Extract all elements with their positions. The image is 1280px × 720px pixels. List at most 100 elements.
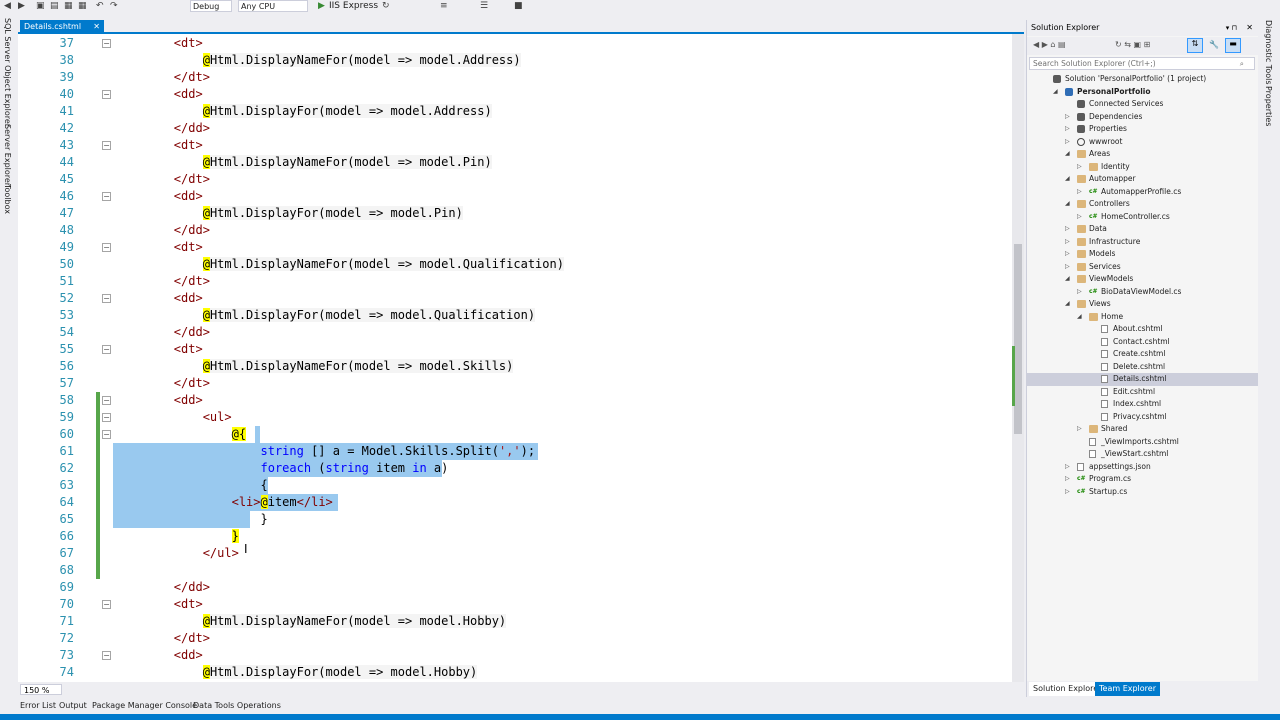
redo-icon[interactable]: ↷: [110, 1, 118, 11]
code-line[interactable]: 37 − <dt>: [18, 35, 1012, 52]
collapse-arrow-icon[interactable]: ◢: [1065, 173, 1070, 186]
code-line[interactable]: 64 <li>@item</li>: [18, 494, 1012, 511]
code-line[interactable]: 53 @Html.DisplayFor(model => model.Quali…: [18, 307, 1012, 324]
collapse-icon[interactable]: −: [102, 651, 111, 660]
code-line[interactable]: 52 − <dd>: [18, 290, 1012, 307]
code-line[interactable]: 59 − <ul>: [18, 409, 1012, 426]
tree-item[interactable]: Index.cshtml: [1027, 398, 1259, 411]
tree-item[interactable]: ▷ wwwroot: [1027, 136, 1259, 149]
tab-output[interactable]: Output: [59, 697, 87, 714]
solution-search-input[interactable]: Search Solution Explorer (Ctrl+;) ⌕: [1029, 57, 1255, 70]
tree-item[interactable]: _ViewStart.cshtml: [1027, 448, 1259, 461]
search-icon[interactable]: ⌕: [1240, 58, 1244, 69]
expand-arrow-icon[interactable]: ▷: [1077, 186, 1082, 199]
tree-item[interactable]: Create.cshtml: [1027, 348, 1259, 361]
collapse-arrow-icon[interactable]: ◢: [1065, 298, 1070, 311]
tree-item[interactable]: ◢ Automapper: [1027, 173, 1259, 186]
tree-item[interactable]: Details.cshtml: [1027, 373, 1259, 386]
collapse-arrow-icon[interactable]: ◢: [1065, 273, 1070, 286]
tree-item[interactable]: ▷ c# HomeController.cs: [1027, 211, 1259, 224]
tree-item[interactable]: ▷ Dependencies: [1027, 111, 1259, 124]
tree-item[interactable]: ▷ c# BioDataViewModel.cs: [1027, 286, 1259, 299]
zoom-select[interactable]: 150 %: [20, 684, 62, 695]
tree-item[interactable]: ▷ c# AutomapperProfile.cs: [1027, 186, 1259, 199]
tree-item[interactable]: ▷ Services: [1027, 261, 1259, 274]
save-all-icon[interactable]: ▦: [78, 1, 87, 11]
tab-team-explorer[interactable]: Team Explorer: [1095, 682, 1160, 696]
tree-item[interactable]: ▷ Properties: [1027, 123, 1259, 136]
code-line[interactable]: 39 </dt>: [18, 69, 1012, 86]
pin-icon[interactable]: ▾ ⊓: [1226, 20, 1237, 36]
tree-item[interactable]: ◢ Views: [1027, 298, 1259, 311]
tree-item[interactable]: About.cshtml: [1027, 323, 1259, 336]
expand-arrow-icon[interactable]: ▷: [1065, 261, 1070, 274]
tree-item[interactable]: Contact.cshtml: [1027, 336, 1259, 349]
code-line[interactable]: 49 − <dt>: [18, 239, 1012, 256]
tree-item[interactable]: ◢ ViewModels: [1027, 273, 1259, 286]
expand-arrow-icon[interactable]: ▷: [1065, 461, 1070, 474]
code-line[interactable]: 46 − <dd>: [18, 188, 1012, 205]
collapse-icon[interactable]: −: [102, 141, 111, 150]
tree-item[interactable]: ▷ c# Program.cs: [1027, 473, 1259, 486]
code-line[interactable]: 40 − <dd>: [18, 86, 1012, 103]
collapse-icon[interactable]: −: [102, 396, 111, 405]
tree-item[interactable]: ▷ c# Startup.cs: [1027, 486, 1259, 499]
code-line[interactable]: 54 </dd>: [18, 324, 1012, 341]
code-line[interactable]: 62 foreach (string item in a): [18, 460, 1012, 477]
tree-item[interactable]: Privacy.cshtml: [1027, 411, 1259, 424]
back-icon[interactable]: ◀ ▶ ⌂ ▤: [1033, 40, 1066, 49]
code-line[interactable]: 63 {: [18, 477, 1012, 494]
tree-item[interactable]: ▷ Shared: [1027, 423, 1259, 436]
platform-select[interactable]: Any CPU: [238, 0, 308, 12]
code-line[interactable]: 60 − @{: [18, 426, 1012, 443]
tree-item[interactable]: ▷ Data: [1027, 223, 1259, 236]
configuration-select[interactable]: Debug: [190, 0, 232, 12]
save-icon[interactable]: ▦: [64, 1, 73, 11]
code-line[interactable]: 68: [18, 562, 1012, 579]
tree-item[interactable]: Solution 'PersonalPortfolio' (1 project): [1027, 73, 1259, 86]
tree-item[interactable]: ▷ Identity: [1027, 161, 1259, 174]
code-line[interactable]: 73 − <dd>: [18, 647, 1012, 664]
tab-error-list[interactable]: Error List: [20, 697, 56, 714]
collapse-icon[interactable]: −: [102, 430, 111, 439]
format-icon[interactable]: ≡: [440, 1, 448, 11]
expand-arrow-icon[interactable]: ▷: [1077, 423, 1082, 436]
expand-arrow-icon[interactable]: ▷: [1065, 486, 1070, 499]
new-project-icon[interactable]: ▣: [36, 1, 45, 11]
collapse-icon[interactable]: −: [102, 192, 111, 201]
expand-arrow-icon[interactable]: ▷: [1065, 111, 1070, 124]
code-line[interactable]: 50 @Html.DisplayNameFor(model => model.Q…: [18, 256, 1012, 273]
server-explorer-tab[interactable]: Server Explorer: [3, 124, 12, 186]
code-line[interactable]: 41 @Html.DisplayFor(model => model.Addre…: [18, 103, 1012, 120]
sync-icon[interactable]: ⇅: [1187, 38, 1203, 53]
code-line[interactable]: 61 string [] a = Model.Skills.Split(',')…: [18, 443, 1012, 460]
code-line[interactable]: 72 </dt>: [18, 630, 1012, 647]
wrench-icon[interactable]: 🔧: [1209, 40, 1219, 49]
code-line[interactable]: 70 − <dt>: [18, 596, 1012, 613]
code-line[interactable]: 58 − <dd>: [18, 392, 1012, 409]
undo-icon[interactable]: ↶: [96, 1, 104, 11]
tree-item[interactable]: ◢ Areas: [1027, 148, 1259, 161]
tab-solution-explorer[interactable]: Solution Explorer: [1029, 682, 1106, 696]
tree-item[interactable]: _ViewImports.cshtml: [1027, 436, 1259, 449]
tab-details-cshtml[interactable]: Details.cshtml ✕: [20, 20, 104, 34]
expand-arrow-icon[interactable]: ▷: [1065, 123, 1070, 136]
code-line[interactable]: 71 @Html.DisplayNameFor(model => model.H…: [18, 613, 1012, 630]
code-line[interactable]: 48 </dd>: [18, 222, 1012, 239]
refresh-icon[interactable]: ↻ ⇆ ▣ ⊞: [1115, 40, 1150, 49]
tree-item[interactable]: Delete.cshtml: [1027, 361, 1259, 374]
code-line[interactable]: 56 @Html.DisplayNameFor(model => model.S…: [18, 358, 1012, 375]
code-editor[interactable]: 37− <dt> 38 @Html.DisplayNameFor(model =>…: [18, 34, 1012, 682]
tree-item[interactable]: ◢ Controllers: [1027, 198, 1259, 211]
collapse-icon[interactable]: −: [102, 345, 111, 354]
close-icon[interactable]: ✕: [93, 20, 100, 34]
diagnostic-tools-tab[interactable]: Diagnostic Tools: [1264, 20, 1273, 85]
align-icon[interactable]: ☰: [480, 1, 488, 11]
code-line[interactable]: 69 </dd>: [18, 579, 1012, 596]
collapse-icon[interactable]: −: [102, 294, 111, 303]
horizontal-scrollbar[interactable]: 150 %: [18, 682, 1024, 697]
tree-item[interactable]: Edit.cshtml: [1027, 386, 1259, 399]
expand-arrow-icon[interactable]: ▷: [1065, 236, 1070, 249]
tree-item[interactable]: ▷ Models: [1027, 248, 1259, 261]
code-line[interactable]: 47 @Html.DisplayFor(model => model.Pin): [18, 205, 1012, 222]
